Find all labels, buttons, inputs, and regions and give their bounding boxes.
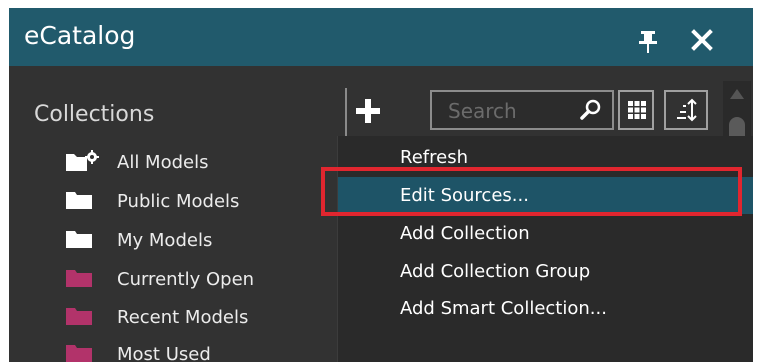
folder-icon [65, 229, 99, 253]
collection-item-recent-models[interactable]: Recent Models [65, 303, 248, 333]
collection-label: Public Models [117, 191, 240, 212]
plus-icon [355, 98, 381, 128]
search-box[interactable] [430, 90, 614, 130]
grid-view-icon [627, 100, 647, 124]
collection-label: My Models [117, 230, 213, 251]
folder-icon [65, 343, 99, 362]
folder-icon [65, 306, 99, 330]
menu-item-add-collection-group[interactable]: Add Collection Group [338, 253, 753, 290]
collection-item-public-models[interactable]: Public Models [65, 187, 239, 217]
menu-item-edit-sources[interactable]: Edit Sources... [338, 177, 753, 214]
collection-item-my-models[interactable]: My Models [65, 226, 212, 256]
folder-icon [65, 268, 99, 292]
folder-icon [65, 190, 99, 214]
collection-label: All Models [117, 152, 209, 173]
add-button[interactable] [345, 88, 391, 136]
folder-settings-icon [65, 150, 99, 176]
window-title: eCatalog [24, 21, 136, 50]
collection-label: Recent Models [117, 307, 249, 328]
menu-item-add-collection[interactable]: Add Collection [338, 215, 753, 252]
ecatalog-window: eCatalog Collections All Models Public M… [9, 8, 753, 362]
close-icon[interactable] [691, 29, 713, 55]
sort-icon [675, 98, 699, 128]
title-bar: eCatalog [9, 8, 753, 66]
collection-item-all-models[interactable]: All Models [65, 148, 208, 178]
grid-view-button[interactable] [618, 90, 654, 130]
menu-item-add-smart-collection[interactable]: Add Smart Collection... [338, 290, 753, 327]
collection-label: Most Used [117, 344, 211, 362]
collection-item-currently-open[interactable]: Currently Open [65, 265, 254, 295]
scroll-up-arrow-icon[interactable] [729, 87, 745, 113]
collections-heading: Collections [34, 102, 155, 127]
collection-label: Currently Open [117, 269, 255, 290]
collection-item-most-used[interactable]: Most Used [65, 340, 211, 362]
search-input[interactable] [446, 96, 580, 126]
search-icon[interactable] [579, 98, 603, 126]
sort-button[interactable] [664, 90, 708, 130]
context-menu: Refresh Edit Sources... Add Collection A… [337, 136, 753, 362]
pin-icon[interactable] [637, 30, 659, 58]
menu-item-refresh[interactable]: Refresh [338, 139, 753, 176]
